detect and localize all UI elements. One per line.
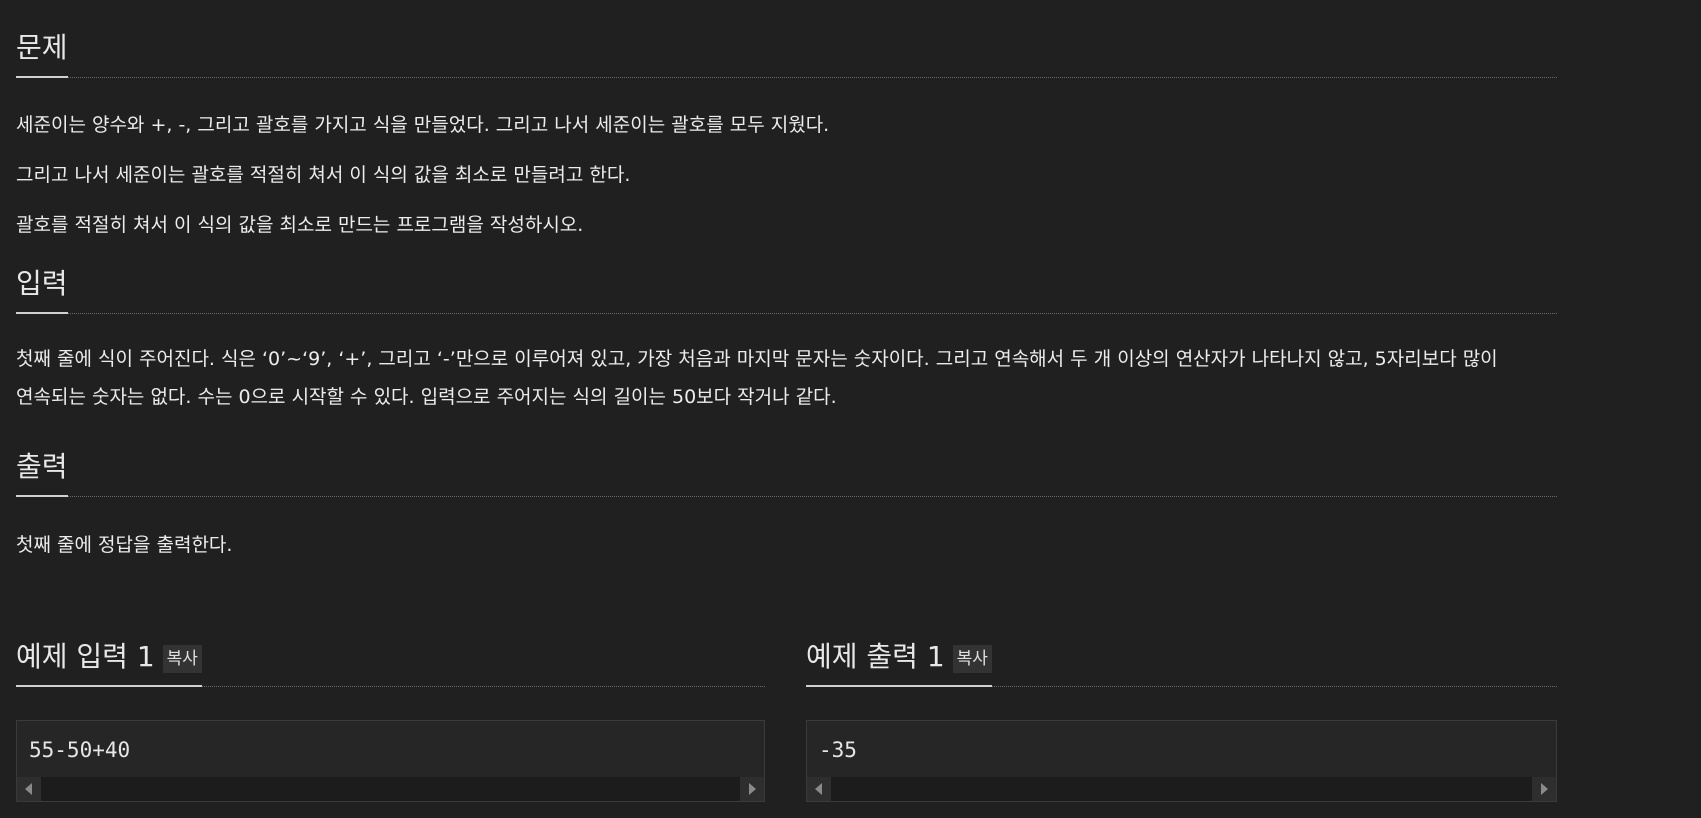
- sample-output-header: 예제 출력 1 복사: [806, 620, 1557, 687]
- sample-input-header: 예제 입력 1 복사: [16, 620, 765, 687]
- problem-paragraph-3: 괄호를 적절히 쳐서 이 식의 값을 최소로 만드는 프로그램을 작성하시오.: [16, 214, 584, 236]
- triangle-right-icon: [1541, 783, 1548, 795]
- input-heading: 입력: [16, 266, 68, 314]
- input-section-header: 입력: [16, 238, 1557, 314]
- copy-sample-input-button[interactable]: 복사: [162, 645, 202, 673]
- output-section-header: 출력: [16, 416, 1557, 497]
- sample-output-title: 예제 출력 1: [806, 640, 945, 673]
- sample-output-code-box[interactable]: -35: [806, 720, 1557, 802]
- problem-section-header: 문제: [16, 0, 1557, 78]
- scroll-right-arrow[interactable]: [1532, 777, 1556, 801]
- sample-output-panel: 예제 출력 1 복사 -35: [806, 620, 1557, 802]
- scroll-left-arrow[interactable]: [807, 777, 831, 801]
- scroll-left-arrow[interactable]: [17, 777, 41, 801]
- sample-output-code[interactable]: -35: [807, 721, 1556, 777]
- triangle-left-icon: [815, 783, 822, 795]
- input-description: 첫째 줄에 식이 주어진다. 식은 ‘0’~‘9’, ‘+’, 그리고 ‘-’만…: [16, 348, 1498, 408]
- sample-input-panel: 예제 입력 1 복사 55-50+40: [16, 620, 765, 802]
- sample-input-title: 예제 입력 1: [16, 640, 155, 673]
- sample-input-scrollbar[interactable]: [17, 777, 764, 801]
- problem-page: 문제 세준이는 양수와 +, -, 그리고 괄호를 가지고 식을 만들었다. 그…: [16, 0, 1557, 558]
- sample-output-scrollbar[interactable]: [807, 777, 1556, 801]
- samples-area: 예제 입력 1 복사 55-50+40 예제 출력 1 복사 -35: [16, 620, 1557, 818]
- problem-paragraph-2: 그리고 나서 세준이는 괄호를 적절히 쳐서 이 식의 값을 최소로 만들려고 …: [16, 164, 631, 186]
- triangle-right-icon: [749, 783, 756, 795]
- output-description: 첫째 줄에 정답을 출력한다.: [16, 534, 233, 556]
- scroll-right-arrow[interactable]: [740, 777, 764, 801]
- sample-output-heading: 예제 출력 1 복사: [806, 639, 992, 687]
- output-heading: 출력: [16, 449, 68, 497]
- sample-input-heading: 예제 입력 1 복사: [16, 639, 202, 687]
- problem-heading: 문제: [16, 30, 68, 78]
- sample-input-code-box[interactable]: 55-50+40: [16, 720, 765, 802]
- problem-paragraph-1: 세준이는 양수와 +, -, 그리고 괄호를 가지고 식을 만들었다. 그리고 …: [16, 114, 830, 136]
- copy-sample-output-button[interactable]: 복사: [952, 645, 992, 673]
- triangle-left-icon: [25, 783, 32, 795]
- sample-input-code[interactable]: 55-50+40: [17, 721, 764, 777]
